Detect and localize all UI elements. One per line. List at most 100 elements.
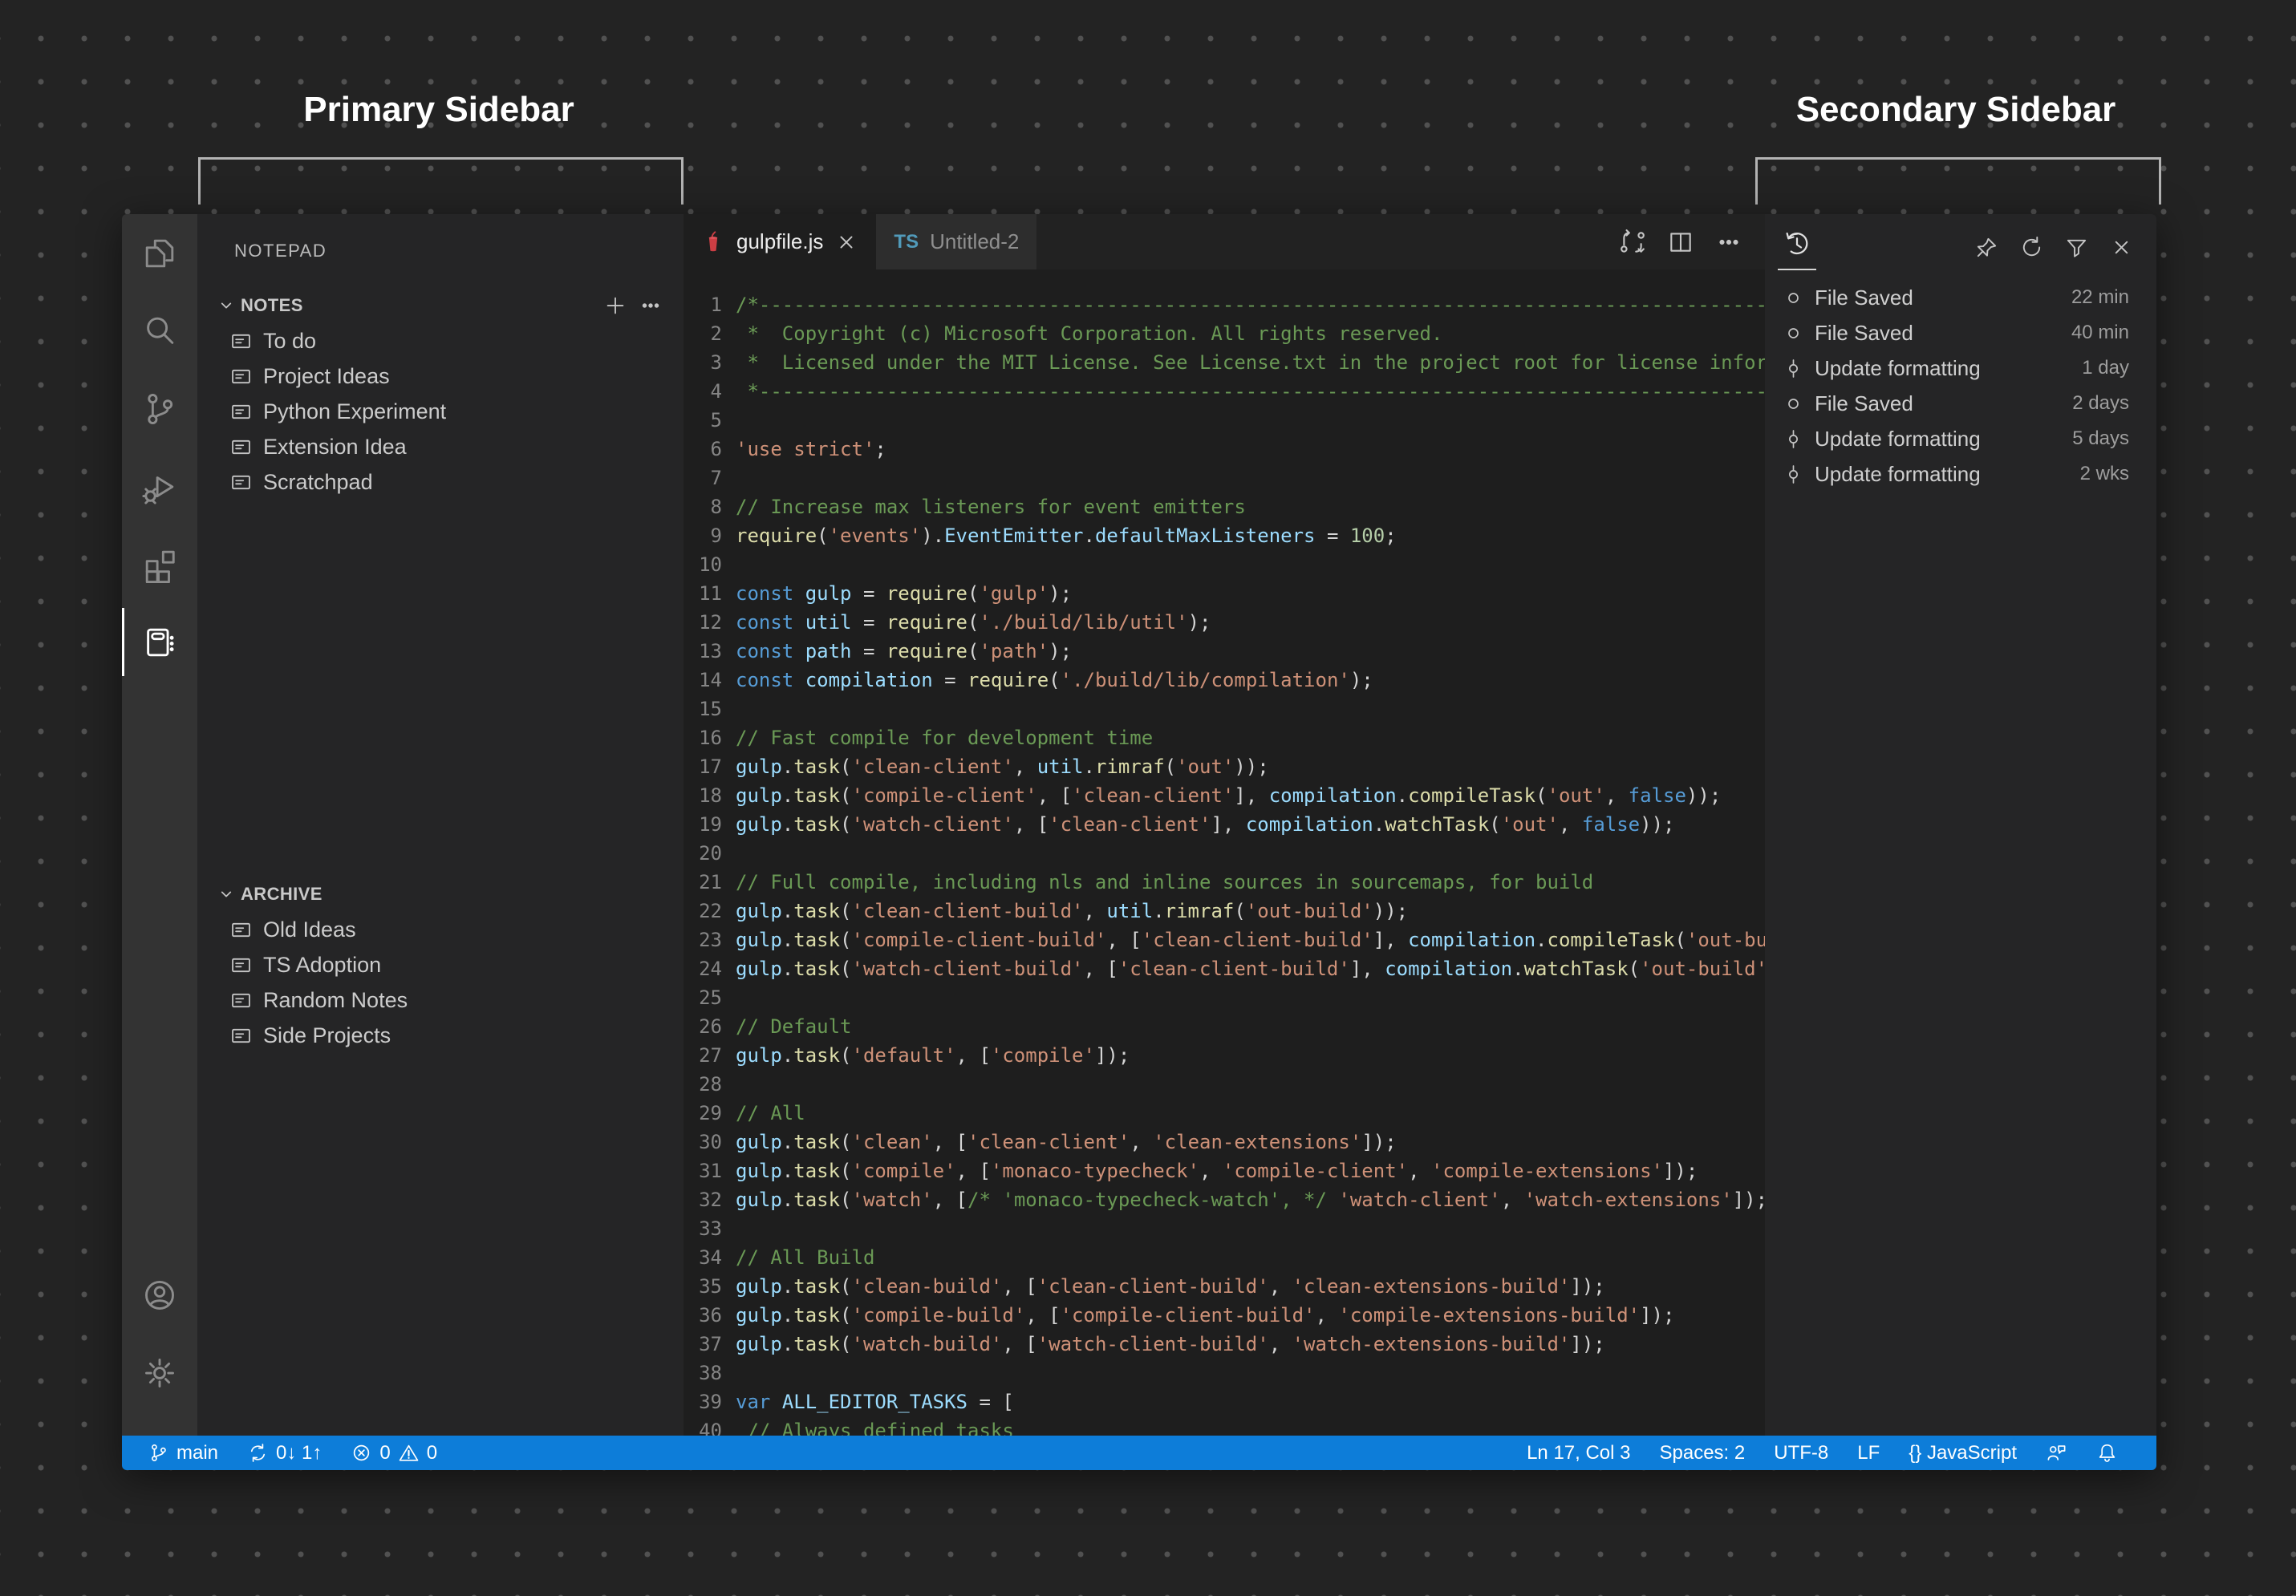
code-line[interactable]: 17 gulp.task('clean-client', util.rimraf(… [684, 752, 1765, 781]
split-editor-icon[interactable] [1667, 229, 1694, 256]
section-notes: NOTES To do Project Ideas Python Experimen… [197, 288, 684, 500]
line-number: 17 [699, 755, 722, 778]
section-header-archive[interactable]: ARCHIVE [197, 877, 684, 912]
code-line[interactable]: 8// Increase max listeners for event emi… [684, 492, 1765, 521]
code-line[interactable]: 28 [684, 1070, 1765, 1099]
code-line[interactable]: 32 gulp.task('watch', [/* 'monaco-typeche… [684, 1185, 1765, 1214]
more-actions-icon[interactable] [1715, 229, 1742, 256]
code-line[interactable]: 1/*-------------------------------------… [684, 290, 1765, 319]
activity-item-extensions[interactable] [122, 525, 197, 603]
code-line[interactable]: 19 gulp.task('watch-client', ['clean-clie… [684, 810, 1765, 839]
activity-item-settings[interactable] [122, 1334, 197, 1412]
note-item-extension-idea[interactable]: Extension Idea [197, 429, 684, 464]
status-language-mode[interactable]: {} JavaScript [1894, 1436, 2031, 1470]
code-line[interactable]: 4 *-------------------------------------… [684, 377, 1765, 406]
note-item-project-ideas[interactable]: Project Ideas [197, 358, 684, 394]
close-tab-icon[interactable] [834, 230, 858, 254]
code-line[interactable]: 18 gulp.task('compile-client', ['clean-cl… [684, 781, 1765, 810]
line-number: 32 [699, 1189, 722, 1211]
activity-item-explorer[interactable] [122, 214, 197, 292]
note-item-to-do[interactable]: To do [197, 323, 684, 358]
status-branch-status[interactable]: main [133, 1436, 233, 1470]
add-note-icon[interactable] [603, 294, 627, 318]
code-line[interactable]: 7 [684, 464, 1765, 492]
code-line[interactable]: 14 const compilation = require('./build/l… [684, 666, 1765, 695]
timeline-filter-icon[interactable] [2064, 235, 2089, 260]
code-line[interactable]: 39 var ALL_EDITOR_TASKS = [ [684, 1387, 1765, 1416]
code-line[interactable]: 26// Default [684, 1012, 1765, 1041]
status-sync-status[interactable]: 0↓ 1↑ [233, 1436, 336, 1470]
code-line[interactable]: 36 gulp.task('compile-build', ['compile-c… [684, 1301, 1765, 1330]
timeline-close-icon[interactable] [2109, 235, 2134, 260]
timeline-time: 2 days [2072, 392, 2129, 414]
code-line[interactable]: 34// All Build [684, 1243, 1765, 1272]
line-number: 15 [699, 698, 722, 720]
note-item-side-projects[interactable]: Side Projects [197, 1018, 684, 1053]
code-line[interactable]: 11 const gulp = require('gulp'); [684, 579, 1765, 608]
timeline-refresh-icon[interactable] [2019, 235, 2044, 260]
code-line[interactable]: 23 gulp.task('compile-client-build', ['cl… [684, 926, 1765, 954]
tab-untitled-2[interactable]: TS Untitled-2 [876, 214, 1037, 269]
code-line[interactable]: 33 [684, 1214, 1765, 1243]
code-line[interactable]: 35 gulp.task('clean-build', ['clean-clien… [684, 1272, 1765, 1301]
timeline-item[interactable]: Update formatting 5 days [1765, 421, 2156, 456]
line-number: 13 [699, 640, 722, 662]
timeline-item[interactable]: File Saved 22 min [1765, 280, 2156, 315]
activity-item-search[interactable] [122, 292, 197, 370]
line-number: 12 [699, 611, 722, 634]
code-line[interactable]: 6'use strict'; [684, 435, 1765, 464]
code-line[interactable]: 16// Fast compile for development time [684, 723, 1765, 752]
timeline-header [1765, 214, 2156, 280]
secondary-sidebar: File Saved 22 min File Saved 40 min Upda… [1765, 214, 2156, 1436]
code-line[interactable]: 24 gulp.task('watch-client-build', ['clea… [684, 954, 1765, 983]
open-changes-icon[interactable] [1619, 229, 1646, 256]
timeline-item[interactable]: Update formatting 1 day [1765, 350, 2156, 386]
code-line[interactable]: 3 * Licensed under the MIT License. See … [684, 348, 1765, 377]
code-line[interactable]: 38 [684, 1359, 1765, 1387]
line-number: 27 [699, 1044, 722, 1067]
code-line[interactable]: 25 [684, 983, 1765, 1012]
code-line[interactable]: 21// Full compile, including nls and inl… [684, 868, 1765, 897]
code-line[interactable]: 40 // Always defined tasks [684, 1416, 1765, 1436]
code-line[interactable]: 20 [684, 839, 1765, 868]
note-item-ts-adoption[interactable]: TS Adoption [197, 947, 684, 982]
code-line[interactable]: 12 const util = require('./build/lib/util… [684, 608, 1765, 637]
status-notifications[interactable] [2082, 1436, 2132, 1470]
code-line[interactable]: 27 gulp.task('default', ['compile']); [684, 1041, 1765, 1070]
timeline-item[interactable]: File Saved 2 days [1765, 386, 2156, 421]
status-problems-status[interactable]: 00 [336, 1436, 452, 1470]
note-item-scratchpad[interactable]: Scratchpad [197, 464, 684, 500]
code-line[interactable]: 37 gulp.task('watch-build', ['watch-clien… [684, 1330, 1765, 1359]
status-feedback[interactable] [2031, 1436, 2082, 1470]
note-item-old-ideas[interactable]: Old Ideas [197, 912, 684, 947]
timeline-item[interactable]: File Saved 40 min [1765, 315, 2156, 350]
code-line[interactable]: 29// All [684, 1099, 1765, 1128]
code-line[interactable]: 22 gulp.task('clean-client-build', util.r… [684, 897, 1765, 926]
section-header-notes[interactable]: NOTES [197, 288, 684, 323]
code-line[interactable]: 2 * Copyright (c) Microsoft Corporation.… [684, 319, 1765, 348]
status-encoding[interactable]: UTF-8 [1759, 1436, 1843, 1470]
code-line[interactable]: 31 gulp.task('compile', ['monaco-typechec… [684, 1156, 1765, 1185]
code-line[interactable]: 13 const path = require('path'); [684, 637, 1765, 666]
timeline-pin-icon[interactable] [1974, 235, 1999, 260]
status-eol[interactable]: LF [1843, 1436, 1894, 1470]
activity-item-account[interactable] [122, 1256, 197, 1334]
line-number: 11 [699, 582, 722, 605]
code-line[interactable]: 5 [684, 406, 1765, 435]
code-line[interactable]: 9 require('events').EventEmitter.defaultM… [684, 521, 1765, 550]
tab-gulpfile-js[interactable]: gulpfile.js [684, 214, 877, 269]
note-item-random-notes[interactable]: Random Notes [197, 982, 684, 1018]
note-item-python-experiment[interactable]: Python Experiment [197, 394, 684, 429]
more-actions-icon[interactable] [639, 294, 663, 318]
timeline-view-icon[interactable] [1775, 225, 1819, 270]
code-line[interactable]: 10 [684, 550, 1765, 579]
status-indentation[interactable]: Spaces: 2 [1645, 1436, 1760, 1470]
code-line[interactable]: 30 gulp.task('clean', ['clean-client', 'c… [684, 1128, 1765, 1156]
code-editor[interactable]: 1/*-------------------------------------… [684, 269, 1765, 1436]
activity-item-notepad[interactable] [122, 603, 197, 681]
activity-item-source-control[interactable] [122, 370, 197, 448]
status-cursor-position[interactable]: Ln 17, Col 3 [1512, 1436, 1645, 1470]
timeline-item[interactable]: Update formatting 2 wks [1765, 456, 2156, 492]
code-line[interactable]: 15 [684, 695, 1765, 723]
activity-item-run-debug[interactable] [122, 448, 197, 525]
